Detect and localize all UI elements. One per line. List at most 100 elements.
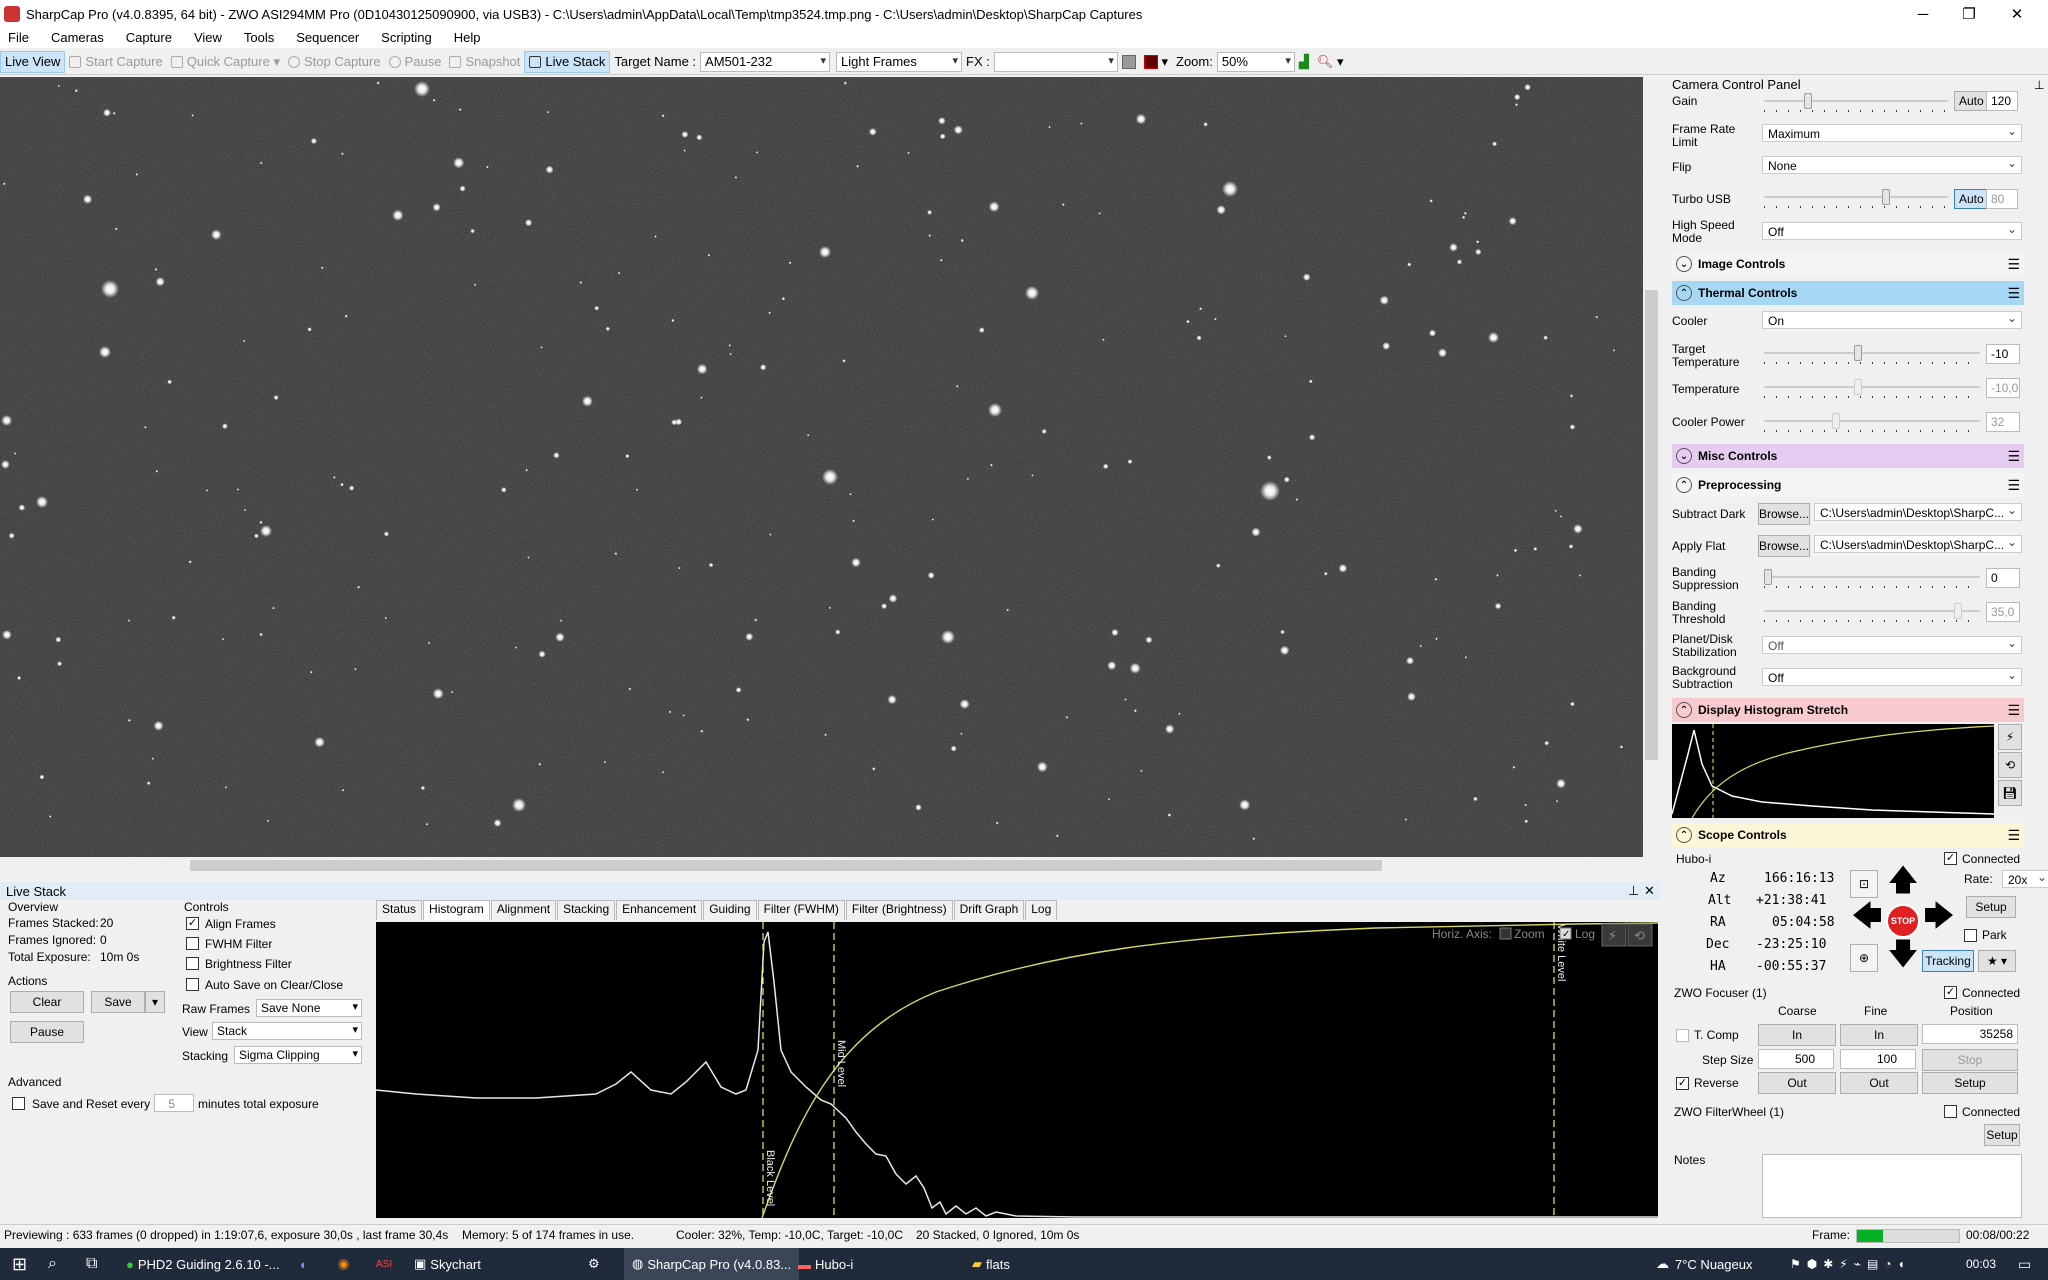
vertical-scroll-thumb[interactable] [1645,290,1658,760]
fine-out-button[interactable]: Out [1840,1072,1918,1094]
notes-textarea[interactable] [1762,1154,2022,1218]
save-reset-minutes-input[interactable]: 5 [154,1094,194,1112]
target-temp-input[interactable]: -10 [1986,344,2020,364]
turbo-auto-button[interactable]: Auto [1954,189,1989,209]
menu-icon[interactable]: ☰ [2007,256,2020,273]
task-view-icon[interactable]: ⧉ [86,1248,97,1280]
focuser-connected-checkbox[interactable]: ✓ [1944,986,1957,999]
snapshot-button[interactable]: Snapshot [445,51,524,73]
menu-help[interactable]: Help [454,30,481,45]
arrow-left-icon[interactable]: 🡄 [1850,900,1884,934]
banding-thresh-input[interactable]: 35,0 [1986,602,2020,622]
align-frames-checkbox[interactable]: ✓ [186,917,199,930]
raw-frames-select[interactable]: Save None [256,999,362,1017]
image-controls-header[interactable]: ⌄ Image Controls ☰ [1672,252,2024,276]
brightness-filter-checkbox[interactable] [186,957,199,970]
panel-pin-icon[interactable]: ⊥ [2034,79,2044,91]
stellarium-icon[interactable]: ◐ [300,1248,308,1280]
misc-controls-header[interactable]: ⌄ Misc Controls ☰ [1672,444,2024,468]
gain-auto-button[interactable]: Auto [1954,91,1989,111]
tab-enhancement[interactable]: Enhancement [616,900,703,920]
menu-icon[interactable]: ☰ [2007,477,2020,494]
windows-start-icon[interactable]: ⊞ [12,1248,27,1280]
system-tray-icons[interactable]: ⚑⬢✱⚡⌁▤◔◖ [1790,1248,1911,1280]
filterwheel-setup-button[interactable]: Setup [1984,1124,2020,1146]
menu-capture[interactable]: Capture [126,30,172,45]
tracking-button[interactable]: Tracking [1922,950,1974,972]
save-reset-checkbox[interactable] [12,1097,25,1110]
mount-connected-checkbox[interactable]: ✓ [1944,852,1957,865]
menu-icon[interactable]: ☰ [2007,285,2020,302]
step-fine-input[interactable]: 100 [1840,1049,1916,1069]
menu-icon[interactable]: ☰ [2007,448,2020,465]
crosshair-icon[interactable]: ⊕ [1850,944,1878,972]
cooler-select[interactable]: On [1762,311,2022,329]
notification-icon[interactable]: ▭ [2018,1248,2031,1280]
menu-cameras[interactable]: Cameras [51,30,104,45]
arrow-up-icon[interactable]: 🡅 [1888,864,1919,900]
histo-reset-icon[interactable]: ⟲ [1998,752,2022,778]
frame-rate-select[interactable]: Maximum [1762,124,2022,142]
menu-sequencer[interactable]: Sequencer [296,30,359,45]
close-window-button[interactable]: ✕ [1994,0,2040,28]
turbo-usb-slider[interactable] [1764,189,1948,208]
planet-stab-select[interactable]: Off [1762,636,2022,654]
pause-stack-button[interactable]: Pause [10,1021,84,1043]
frame-type-select[interactable]: Light Frames [836,51,963,72]
clock[interactable]: 00:03 [1966,1248,1996,1280]
scope-controls-header[interactable]: ⌃ Scope Controls ☰ [1672,823,2024,847]
t-comp-checkbox[interactable] [1676,1029,1689,1042]
fine-in-button[interactable]: In [1840,1024,1918,1046]
fx-select[interactable] [993,51,1118,72]
preprocessing-header[interactable]: ⌃ Preprocessing ☰ [1672,473,2024,497]
search-icon[interactable]: ⌕ [48,1248,57,1280]
tab-stacking[interactable]: Stacking [557,900,616,920]
park-checkbox[interactable] [1964,929,1977,942]
tab-filter-brightness[interactable]: Filter (Brightness) [845,900,953,920]
subtract-dark-select[interactable]: C:\Users\admin\Desktop\SharpC... [1814,503,2022,521]
target-temp-slider[interactable] [1764,345,1980,364]
bg-sub-select[interactable]: Off [1762,668,2022,686]
histogram-icon[interactable]: ▟ [1295,51,1313,73]
arrow-right-icon[interactable]: 🡆 [1922,900,1956,934]
menu-file[interactable]: File [8,30,29,45]
tab-guiding[interactable]: Guiding [703,900,757,920]
tab-filter-fwhm[interactable]: Filter (FWHM) [757,900,845,920]
thermal-controls-header[interactable]: ⌃ Thermal Controls ☰ [1672,281,2024,305]
auto-save-checkbox[interactable] [186,978,199,991]
taskbar-item-phd2[interactable]: ● PHD2 Guiding 2.6.10 -... [126,1248,280,1280]
minimize-button[interactable]: ─ [1900,0,1946,28]
tab-log[interactable]: Log [1025,900,1058,920]
gain-value-input[interactable]: 120 [1986,91,2018,111]
asi-icon[interactable]: ASI [376,1248,392,1280]
display-histo-header[interactable]: ⌃ Display Histogram Stretch ☰ [1672,698,2024,722]
flip-select[interactable]: None [1762,156,2022,174]
tab-alignment[interactable]: Alignment [490,900,557,920]
live-view-button[interactable]: Live View [0,50,66,73]
menu-view[interactable]: View [194,30,222,45]
live-stack-histogram[interactable]: Black Level Mid Level White Level Horiz.… [375,922,1659,1219]
fwhm-filter-checkbox[interactable] [186,937,199,950]
rate-select[interactable]: 20x [2002,870,2048,888]
save-dropdown-button[interactable]: ▾ [145,991,165,1013]
menu-icon[interactable]: ☰ [2007,827,2020,844]
tab-drift-graph[interactable]: Drift Graph [953,900,1025,920]
horizontal-scroll-thumb[interactable] [190,860,1382,871]
tab-status[interactable]: Status [376,900,423,920]
taskbar-item-skychart[interactable]: ▣ Skychart [414,1248,481,1280]
zoom-select[interactable]: 50% [1216,51,1295,72]
step-coarse-input[interactable]: 500 [1758,1049,1834,1069]
histo-lightning-icon[interactable]: ⚡ [1998,724,2022,750]
stacking-select[interactable]: Sigma Clipping [234,1046,362,1064]
view-select[interactable]: Stack [212,1022,362,1040]
histo-save-icon[interactable]: 💾︎ [1998,780,2022,806]
menu-scripting[interactable]: Scripting [381,30,432,45]
close-live-stack-icon[interactable]: ✕ [1644,883,1655,899]
turbo-value-input[interactable]: 80 [1986,189,2018,209]
coarse-in-button[interactable]: In [1758,1024,1836,1046]
taskbar-item-hubo[interactable]: ▬ Hubo-i [798,1248,853,1280]
stop-capture-button[interactable]: Stop Capture [284,51,385,73]
apply-flat-browse-button[interactable]: Browse... [1758,535,1810,557]
tab-histogram[interactable]: Histogram [423,900,490,920]
save-button[interactable]: Save [91,991,145,1013]
